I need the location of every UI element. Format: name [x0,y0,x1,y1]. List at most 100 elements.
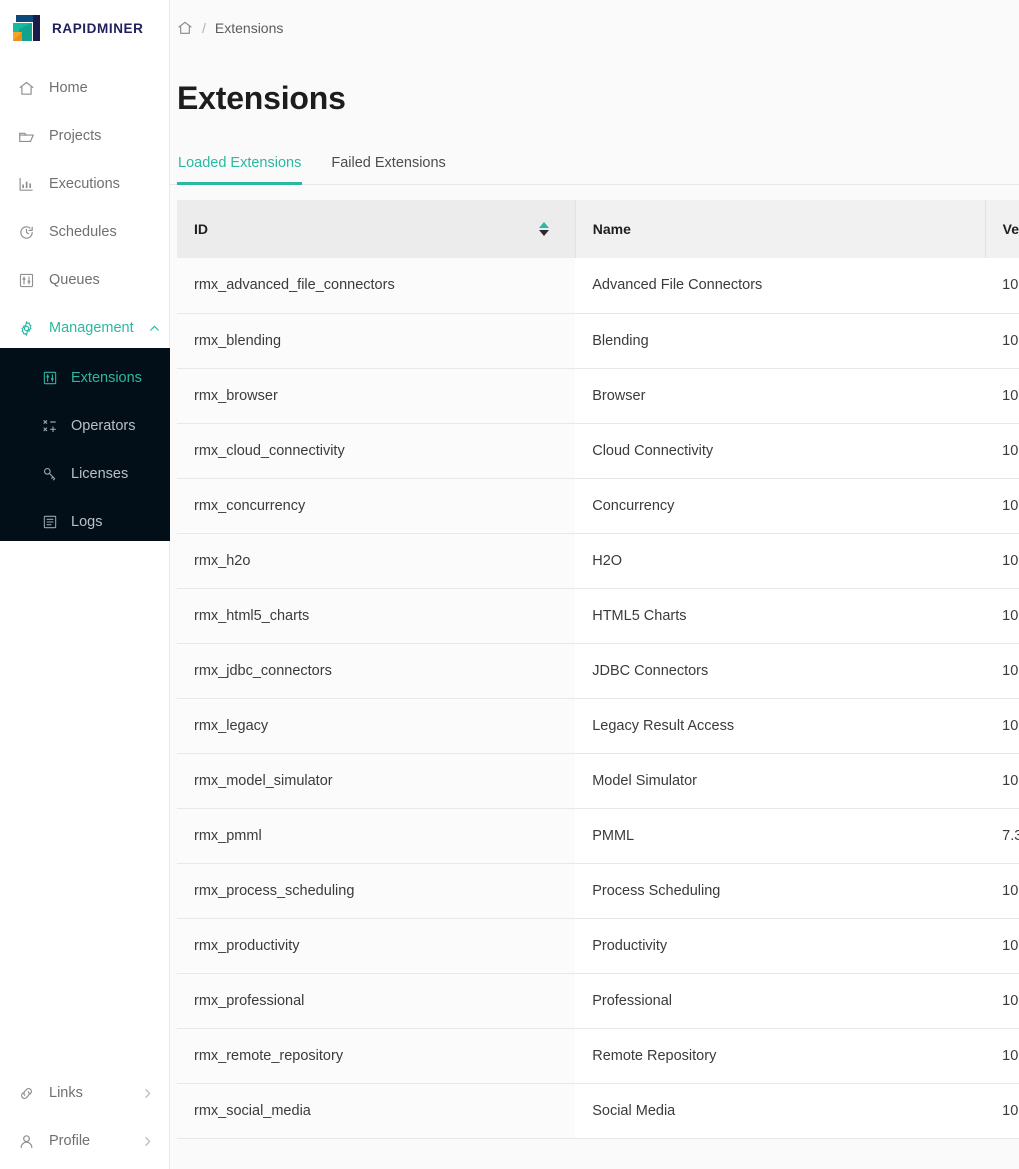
sliders-icon [18,272,35,289]
cell-version: 10.0.0-BETA3 [985,973,1019,1028]
cell-name: Process Scheduling [575,863,985,918]
table-row[interactable]: rmx_advanced_file_connectorsAdvanced Fil… [177,258,1019,313]
column-header-name[interactable]: Name [575,200,985,258]
cell-id: rmx_cloud_connectivity [177,423,575,478]
management-submenu: Extensions Operators Licenses Logs [0,348,170,541]
table-row[interactable]: rmx_social_mediaSocial Media10.0.0-BETA [177,1083,1019,1138]
table-row[interactable]: rmx_pmmlPMML7.3.0 [177,808,1019,863]
sidebar-item-projects[interactable]: Projects [0,112,169,160]
cell-id: rmx_legacy [177,698,575,753]
gear-icon [18,320,35,337]
column-header-label: Name [593,221,631,237]
sidebar-item-management[interactable]: Management [0,304,169,352]
sidebar-item-logs[interactable]: Logs [0,498,170,546]
cell-id: rmx_process_scheduling [177,863,575,918]
cell-name: Legacy Result Access [575,698,985,753]
sidebar-item-schedules[interactable]: Schedules [0,208,169,256]
cell-version: 10.0.0-BETA [985,533,1019,588]
list-box-icon [42,514,58,530]
cell-version: 10.0.0-BETA3 [985,588,1019,643]
cell-id: rmx_professional [177,973,575,1028]
table-row[interactable]: rmx_professionalProfessional10.0.0-BETA3 [177,973,1019,1028]
bar-chart-icon [18,176,35,193]
sidebar-item-links[interactable]: Links [0,1069,170,1117]
cell-id: rmx_remote_repository [177,1028,575,1083]
brand-logo[interactable]: RAPIDMINER [0,0,169,56]
sidebar-subitem-label: Licenses [71,466,128,482]
key-icon [42,466,58,482]
sidebar-item-licenses[interactable]: Licenses [0,450,170,498]
cell-name: H2O [575,533,985,588]
rapidminer-logo-icon [9,11,43,45]
sidebar-item-operators[interactable]: Operators [0,402,170,450]
breadcrumb-separator: / [202,20,206,36]
brand-name: RAPIDMINER [52,21,144,36]
cell-id: rmx_social_media [177,1083,575,1138]
sidebar-subitem-label: Logs [71,514,102,530]
cell-id: rmx_model_simulator [177,753,575,808]
table-row[interactable]: rmx_blendingBlending10.0.0-BETA3 [177,313,1019,368]
chevron-right-icon[interactable] [141,1135,154,1148]
table-header-row: ID Name Version [177,200,1019,258]
table-row[interactable]: rmx_browserBrowser10.0.0-BETA3 [177,368,1019,423]
table-row[interactable]: rmx_remote_repositoryRemote Repository10… [177,1028,1019,1083]
cell-name: PMML [575,808,985,863]
sidebar-item-executions[interactable]: Executions [0,160,169,208]
home-icon[interactable] [177,20,193,36]
extensions-table: ID Name Version [177,200,1019,1139]
breadcrumb-current[interactable]: Extensions [215,20,283,36]
table-row[interactable]: rmx_cloud_connectivityCloud Connectivity… [177,423,1019,478]
cell-version: 10.0.0-BETA3 [985,258,1019,313]
sidebar-subitem-label: Extensions [71,370,142,386]
table-row[interactable]: rmx_process_schedulingProcess Scheduling… [177,863,1019,918]
sidebar: RAPIDMINER Home Projects Executions [0,0,170,1169]
cell-id: rmx_advanced_file_connectors [177,258,575,313]
table-row[interactable]: rmx_html5_chartsHTML5 Charts10.0.0-BETA3 [177,588,1019,643]
home-icon [18,80,35,97]
operators-icon [42,418,58,434]
cell-version: 10.0.0-BETA3 [985,313,1019,368]
chevron-right-icon[interactable] [141,1087,154,1100]
cell-name: HTML5 Charts [575,588,985,643]
table-row[interactable]: rmx_jdbc_connectorsJDBC Connectors10.0.0… [177,643,1019,698]
column-header-version[interactable]: Version [985,200,1019,258]
sidebar-bottom-nav: Links Profile [0,1069,170,1169]
cell-version: 10.0.0-BETA3 [985,1028,1019,1083]
sort-arrows-icon[interactable] [539,222,549,236]
table-row[interactable]: rmx_legacyLegacy Result Access10.0.0-BET… [177,698,1019,753]
table-row[interactable]: rmx_productivityProductivity10.0.0-BETA3 [177,918,1019,973]
cell-name: Browser [575,368,985,423]
cell-name: JDBC Connectors [575,643,985,698]
tab-loaded-extensions[interactable]: Loaded Extensions [177,149,302,185]
breadcrumb: / Extensions [170,0,1019,56]
table-row[interactable]: rmx_concurrencyConcurrency10.0.0-BETA3 [177,478,1019,533]
column-header-label: ID [194,221,208,237]
cell-version: 10.0.0-BETA [985,863,1019,918]
cell-name: Model Simulator [575,753,985,808]
chevron-up-icon[interactable] [148,322,161,335]
cell-version: 10.0.0-BETA [985,423,1019,478]
sidebar-item-label: Projects [49,128,101,144]
table-row[interactable]: rmx_h2oH2O10.0.0-BETA [177,533,1019,588]
cell-name: Cloud Connectivity [575,423,985,478]
table-row[interactable]: rmx_model_simulatorModel Simulator10.0.0… [177,753,1019,808]
cell-name: Blending [575,313,985,368]
tab-failed-extensions[interactable]: Failed Extensions [330,149,446,185]
cell-version: 10.0.0-BETA [985,753,1019,808]
sidebar-item-extensions[interactable]: Extensions [0,354,170,402]
app-root: RAPIDMINER Home Projects Executions [0,0,1019,1169]
main-content: / Extensions Extensions Loaded Extension… [170,0,1019,1169]
sidebar-item-label: Queues [49,272,100,288]
sidebar-item-queues[interactable]: Queues [0,256,169,304]
user-icon [18,1133,35,1150]
cell-version: 10.0.0-BETA3 [985,478,1019,533]
column-header-id[interactable]: ID [177,200,575,258]
column-header-label: Version [1003,221,1019,237]
sidebar-item-label: Executions [49,176,120,192]
cell-name: Remote Repository [575,1028,985,1083]
folder-icon [18,128,35,145]
sidebar-item-home[interactable]: Home [0,64,169,112]
sidebar-item-profile[interactable]: Profile [0,1117,170,1165]
sidebar-item-label: Profile [49,1133,90,1149]
page-title: Extensions [170,80,1019,117]
